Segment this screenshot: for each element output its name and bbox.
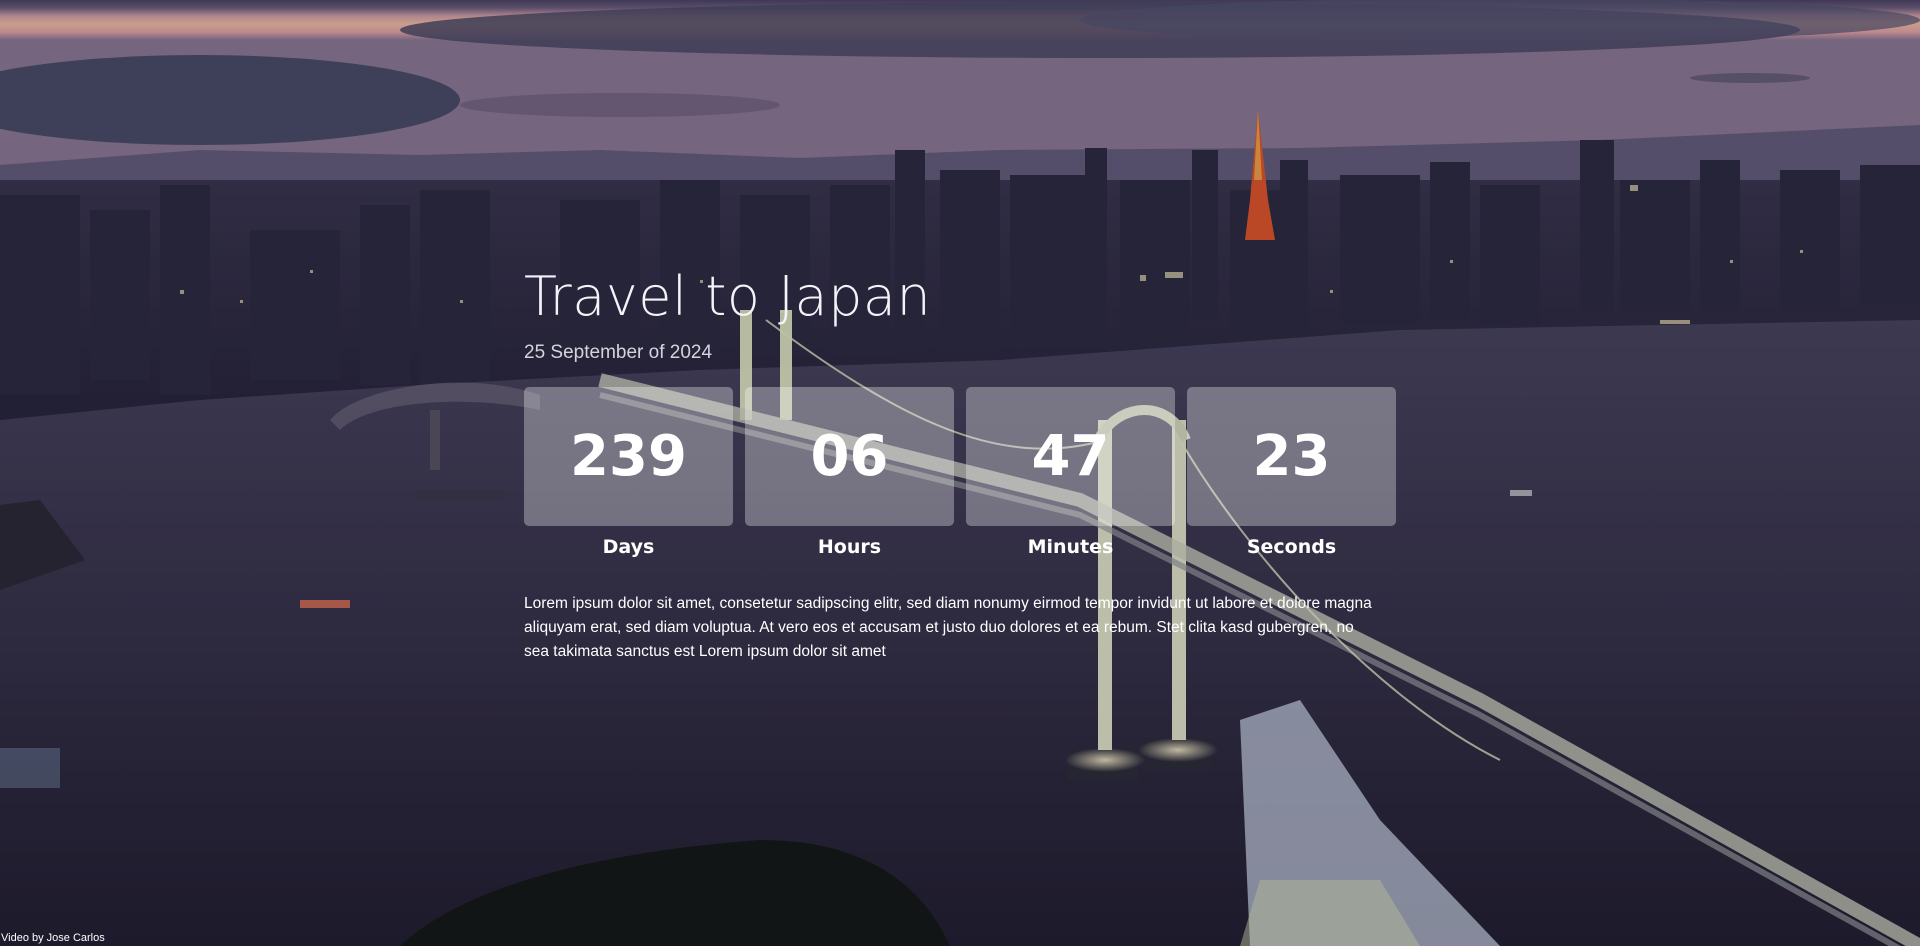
countdown-box: 47 — [966, 387, 1175, 526]
video-credit: Video by Jose Carlos — [1, 932, 105, 944]
days-value: 239 — [570, 424, 687, 489]
countdown-hours: 06 Hours — [745, 387, 954, 558]
seconds-label: Seconds — [1246, 536, 1337, 558]
countdown-box: 23 — [1187, 387, 1396, 526]
minutes-label: Minutes — [1027, 536, 1114, 558]
countdown-days: 239 Days — [524, 387, 733, 558]
countdown: 239 Days 06 Hours 47 Minutes 23 Seconds — [524, 387, 1396, 558]
hours-value: 06 — [810, 424, 889, 489]
page-title: Travel to Japan — [524, 265, 932, 328]
minutes-value: 47 — [1031, 424, 1110, 489]
days-label: Days — [602, 536, 655, 558]
hours-label: Hours — [817, 536, 882, 558]
countdown-box: 06 — [745, 387, 954, 526]
page: Travel to Japan 25 September of 2024 239… — [0, 0, 1920, 946]
hero-content: Travel to Japan 25 September of 2024 239… — [524, 262, 1396, 680]
event-date: 25 September of 2024 — [524, 342, 713, 363]
description-text: Lorem ipsum dolor sit amet, consetetur s… — [524, 595, 1372, 660]
countdown-minutes: 47 Minutes — [966, 387, 1175, 558]
seconds-value: 23 — [1252, 424, 1331, 489]
countdown-seconds: 23 Seconds — [1187, 387, 1396, 558]
countdown-box: 239 — [524, 387, 733, 526]
